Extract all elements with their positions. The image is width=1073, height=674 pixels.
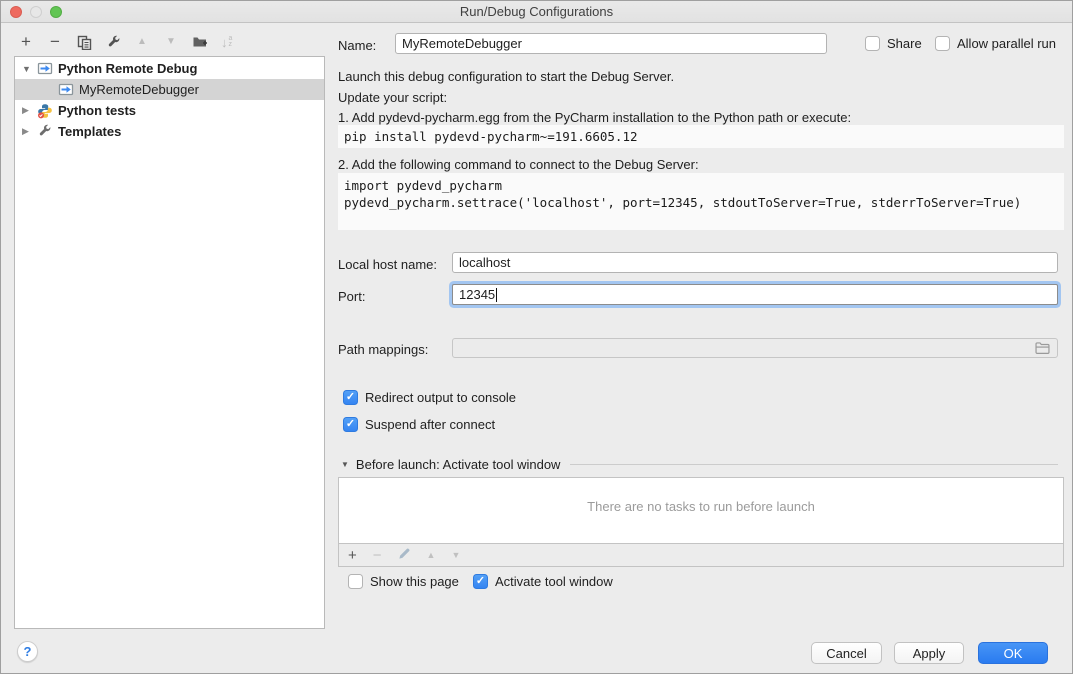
pip-install-code[interactable]: pip install pydevd-pycharm~=191.6605.12 xyxy=(338,125,1064,148)
move-task-down-icon: ▼ xyxy=(451,551,460,560)
redirect-output-checkbox[interactable] xyxy=(343,390,358,405)
suspend-after-connect-label: Suspend after connect xyxy=(365,417,495,432)
cancel-button[interactable]: Cancel xyxy=(811,642,882,664)
port-input[interactable]: 12345 xyxy=(452,284,1058,305)
show-this-page-checkbox[interactable] xyxy=(348,574,363,589)
collapse-section-icon[interactable]: ▼ xyxy=(341,460,349,469)
instruction-step-1: 1. Add pydevd-pycharm.egg from the PyCha… xyxy=(338,110,851,125)
expand-arrow-icon[interactable]: ▼ xyxy=(22,64,37,74)
tree-item-python-remote-debug[interactable]: ▼ Python Remote Debug xyxy=(15,58,324,79)
titlebar: Run/Debug Configurations xyxy=(1,1,1072,23)
apply-button[interactable]: Apply xyxy=(894,642,964,664)
local-host-name-label: Local host name: xyxy=(338,257,437,272)
add-configuration-icon[interactable]: + xyxy=(18,34,34,50)
collapse-arrow-icon[interactable]: ▶ xyxy=(22,105,37,116)
python-tests-icon xyxy=(37,103,53,119)
before-launch-header[interactable]: ▼ Before launch: Activate tool window xyxy=(341,457,1058,472)
remote-debug-icon xyxy=(58,82,74,98)
run-debug-configurations-dialog: Run/Debug Configurations + − ▲ ▼ ↓ az ▼ … xyxy=(0,0,1073,674)
instruction-line-2: Update your script: xyxy=(338,90,447,105)
local-host-name-input[interactable] xyxy=(452,252,1058,273)
tree-item-label: Python Remote Debug xyxy=(58,61,197,76)
tree-item-label: MyRemoteDebugger xyxy=(79,82,199,97)
text-caret xyxy=(496,288,497,302)
tree-item-label: Python tests xyxy=(58,103,136,118)
tree-item-python-tests[interactable]: ▶ Python tests xyxy=(15,100,324,121)
code-line-import: import pydevd_pycharm xyxy=(344,178,502,193)
browse-folder-icon[interactable] xyxy=(1035,342,1050,354)
add-task-icon[interactable]: + xyxy=(348,548,357,563)
edit-defaults-icon[interactable] xyxy=(105,34,121,50)
new-folder-icon[interactable] xyxy=(192,34,208,50)
allow-parallel-run-label: Allow parallel run xyxy=(957,36,1056,51)
show-this-page-label: Show this page xyxy=(370,574,459,589)
tree-item-templates[interactable]: ▶ Templates xyxy=(15,121,324,142)
name-label: Name: xyxy=(338,38,376,53)
port-value: 12345 xyxy=(459,287,495,302)
suspend-after-connect-checkbox[interactable] xyxy=(343,417,358,432)
edit-task-icon xyxy=(398,547,411,563)
move-up-icon: ▲ xyxy=(134,34,150,50)
collapse-arrow-icon[interactable]: ▶ xyxy=(22,126,37,137)
before-launch-toolbar: + − ▲ ▼ xyxy=(338,544,1064,567)
instruction-line-1: Launch this debug configuration to start… xyxy=(338,69,674,84)
window-title: Run/Debug Configurations xyxy=(1,4,1072,19)
move-task-up-icon: ▲ xyxy=(427,551,436,560)
path-mappings-label: Path mappings: xyxy=(338,342,428,357)
sort-alphabetically-icon: ↓ az xyxy=(221,35,232,50)
before-launch-task-list[interactable]: There are no tasks to run before launch xyxy=(338,477,1064,544)
move-down-icon: ▼ xyxy=(163,34,179,50)
section-divider xyxy=(570,464,1058,465)
empty-tasks-message: There are no tasks to run before launch xyxy=(339,478,1063,514)
copy-configuration-icon[interactable] xyxy=(76,34,92,50)
share-checkbox[interactable] xyxy=(865,36,880,51)
templates-icon xyxy=(37,124,53,140)
help-button[interactable]: ? xyxy=(17,641,38,662)
name-input[interactable] xyxy=(395,33,827,54)
redirect-output-label: Redirect output to console xyxy=(365,390,516,405)
configurations-toolbar: + − ▲ ▼ ↓ az xyxy=(18,31,232,53)
code-line-settrace: pydevd_pycharm.settrace('localhost', por… xyxy=(344,195,1021,210)
port-label: Port: xyxy=(338,289,365,304)
instruction-step-2: 2. Add the following command to connect … xyxy=(338,157,699,172)
remove-configuration-icon[interactable]: − xyxy=(47,34,63,50)
ok-button[interactable]: OK xyxy=(978,642,1048,664)
tree-item-label: Templates xyxy=(58,124,121,139)
activate-tool-window-checkbox[interactable] xyxy=(473,574,488,589)
remove-task-icon: − xyxy=(373,548,382,563)
tree-item-myremotedebugger[interactable]: MyRemoteDebugger xyxy=(15,79,324,100)
settrace-code[interactable]: import pydevd_pycharm pydevd_pycharm.sett… xyxy=(338,173,1064,230)
configurations-tree: ▼ Python Remote Debug MyRemoteDebugger ▶ xyxy=(14,56,325,629)
allow-parallel-run-checkbox[interactable] xyxy=(935,36,950,51)
before-launch-title: Before launch: Activate tool window xyxy=(356,457,561,472)
share-label: Share xyxy=(887,36,922,51)
activate-tool-window-label: Activate tool window xyxy=(495,574,613,589)
path-mappings-input[interactable] xyxy=(452,338,1058,358)
remote-debug-icon xyxy=(37,61,53,77)
